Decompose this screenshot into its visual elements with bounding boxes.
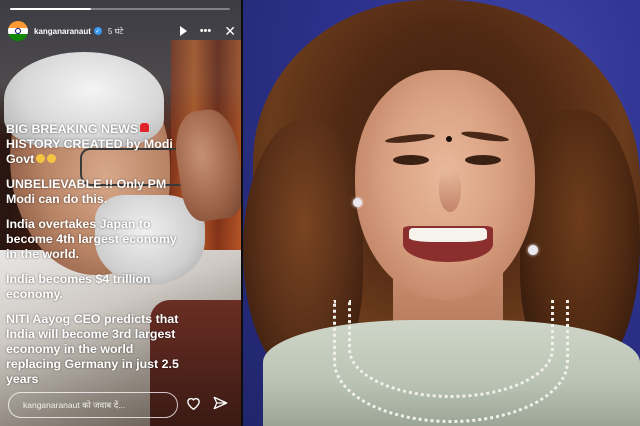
story-line-2: HISTORY CREATED by Modi Govt [6,137,173,166]
portrait-earring-right [528,245,538,255]
story-progress-bar [10,8,230,10]
story-timestamp: 5 घंटे [107,26,124,36]
play-icon[interactable] [179,26,187,36]
portrait-photo [243,0,640,426]
story-text-overlay: BIG BREAKING NEWS HISTORY CREATED by Mod… [6,122,184,397]
portrait-earring-left [353,198,362,207]
more-options-icon[interactable]: ••• [200,25,212,37]
story-actions [186,396,228,410]
clap-emoji-icon [36,154,46,163]
portrait-eye-left [393,155,429,165]
story-line-4: India overtakes Japan to become 4th larg… [6,217,177,261]
clap-emoji-icon [47,154,57,163]
portrait-smile [403,226,493,262]
story-header: kanganaranaut ✓ 5 घंटे ••• ✕ [8,20,236,42]
portrait-eye-right [465,155,501,165]
reply-placeholder: kanganaranaut को जवाब दें... [23,399,126,410]
close-icon[interactable]: ✕ [224,24,236,38]
story-line-6: NITI Aayog CEO predicts that India will … [6,312,179,386]
story-line-3: UNBELIEVABLE !! Only PM Modi can do this… [6,177,167,206]
story-line-1: BIG BREAKING NEWS [6,122,139,136]
verified-badge-icon: ✓ [93,27,102,35]
instagram-story[interactable]: kanganaranaut ✓ 5 घंटे ••• ✕ BIG BREAKIN… [0,0,241,426]
portrait-nose [439,170,461,212]
story-reply-input[interactable]: kanganaranaut को जवाब दें... [8,392,178,418]
siren-emoji-icon [140,123,150,132]
india-flag-avatar[interactable] [8,21,28,41]
story-progress-fill [10,8,92,10]
send-icon[interactable] [213,396,228,410]
portrait-pearl-necklace-inner [348,300,554,398]
story-username[interactable]: kanganaranaut [34,27,91,36]
portrait-bindi [446,136,452,142]
story-line-5: India becomes $4 trillion economy. [6,272,151,301]
heart-icon[interactable] [186,396,201,410]
